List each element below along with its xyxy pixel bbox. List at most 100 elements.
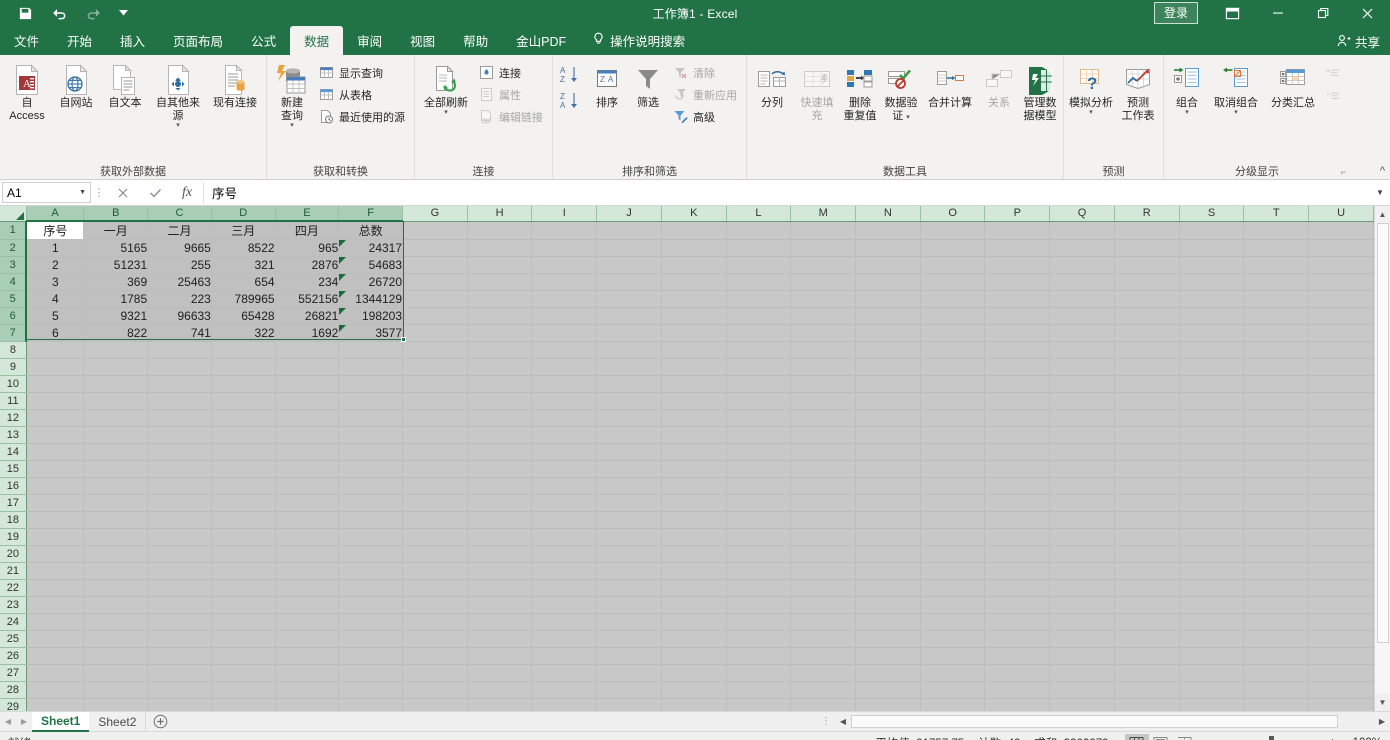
cell-D2[interactable]: 8522: [211, 239, 276, 257]
row-header-11[interactable]: 11: [0, 392, 27, 410]
cell-O1[interactable]: [920, 221, 986, 240]
btn-group[interactable]: 组合 ▾: [1167, 60, 1207, 116]
cell-B24[interactable]: [83, 613, 149, 631]
row-header-3[interactable]: 3: [0, 256, 28, 274]
cell-I12[interactable]: [531, 409, 598, 427]
cell-C24[interactable]: [147, 613, 212, 631]
cell-D13[interactable]: [211, 426, 276, 444]
chevron-down-icon[interactable]: ▾: [1234, 109, 1238, 116]
cell-Q11[interactable]: [1049, 392, 1115, 410]
cell-J27[interactable]: [596, 664, 662, 682]
btn-connections[interactable]: 连接: [475, 62, 549, 83]
cell-G25[interactable]: [402, 630, 468, 648]
cell-H29[interactable]: [467, 698, 533, 711]
cell-B28[interactable]: [83, 681, 149, 699]
cell-L20[interactable]: [726, 545, 792, 563]
select-all-corner[interactable]: [0, 206, 27, 222]
cell-H5[interactable]: [467, 290, 533, 308]
cell-A7[interactable]: 6: [26, 324, 85, 342]
row-header-10[interactable]: 10: [0, 375, 27, 393]
cell-B17[interactable]: [83, 494, 149, 512]
cell-U21[interactable]: [1308, 562, 1374, 580]
cell-H21[interactable]: [467, 562, 533, 580]
cell-M16[interactable]: [790, 477, 857, 495]
cell-C9[interactable]: [147, 358, 212, 376]
column-header-O[interactable]: O: [920, 206, 986, 222]
minimize-icon[interactable]: [1255, 0, 1300, 26]
cell-F4[interactable]: 26720: [338, 273, 404, 291]
cell-M27[interactable]: [790, 664, 857, 682]
cell-N21[interactable]: [855, 562, 921, 580]
cell-B6[interactable]: 9321: [83, 307, 149, 325]
btn-existing-connections[interactable]: 现有连接: [207, 60, 263, 110]
cell-R19[interactable]: [1114, 528, 1180, 546]
row-header-16[interactable]: 16: [0, 477, 27, 495]
cell-R6[interactable]: [1114, 307, 1180, 325]
cell-R4[interactable]: [1114, 273, 1180, 291]
cell-F10[interactable]: [338, 375, 404, 393]
cell-C4[interactable]: 25463: [147, 273, 212, 291]
cancel-icon[interactable]: [107, 182, 139, 204]
cell-U23[interactable]: [1308, 596, 1374, 614]
cell-D4[interactable]: 654: [211, 273, 276, 291]
cell-G26[interactable]: [402, 647, 468, 665]
cell-B3[interactable]: 51231: [83, 256, 149, 274]
cell-J29[interactable]: [596, 698, 662, 711]
cell-A8[interactable]: [26, 341, 85, 359]
sort-ascending-icon[interactable]: AZ: [560, 64, 582, 84]
cell-T2[interactable]: [1243, 239, 1310, 257]
cell-S13[interactable]: [1179, 426, 1245, 444]
cell-P17[interactable]: [984, 494, 1051, 512]
cell-Q20[interactable]: [1049, 545, 1115, 563]
cell-I27[interactable]: [531, 664, 598, 682]
cell-R22[interactable]: [1114, 579, 1180, 597]
cell-F16[interactable]: [338, 477, 404, 495]
cell-U8[interactable]: [1308, 341, 1374, 359]
vertical-scrollbar[interactable]: ▲ ▼: [1374, 206, 1390, 711]
column-header-C[interactable]: C: [147, 206, 212, 222]
cell-S28[interactable]: [1179, 681, 1245, 699]
cell-R17[interactable]: [1114, 494, 1180, 512]
cell-Q24[interactable]: [1049, 613, 1115, 631]
cell-S11[interactable]: [1179, 392, 1245, 410]
cell-P3[interactable]: [984, 256, 1051, 274]
btn-text-to-columns[interactable]: 分列: [750, 60, 794, 110]
cell-J24[interactable]: [596, 613, 662, 631]
cell-U16[interactable]: [1308, 477, 1374, 495]
cell-Q18[interactable]: [1049, 511, 1115, 529]
cell-L10[interactable]: [726, 375, 792, 393]
cell-G24[interactable]: [402, 613, 468, 631]
cell-P14[interactable]: [984, 443, 1051, 461]
cell-R23[interactable]: [1114, 596, 1180, 614]
cell-O21[interactable]: [920, 562, 986, 580]
cell-H25[interactable]: [467, 630, 533, 648]
cell-E6[interactable]: 26821: [275, 307, 340, 325]
cell-K2[interactable]: [661, 239, 727, 257]
cell-O4[interactable]: [920, 273, 986, 291]
cell-I1[interactable]: [531, 221, 598, 240]
tab-file[interactable]: 文件: [0, 26, 53, 55]
cell-L3[interactable]: [726, 256, 792, 274]
cell-J4[interactable]: [596, 273, 662, 291]
cell-R15[interactable]: [1114, 460, 1180, 478]
cell-O7[interactable]: [920, 324, 986, 342]
cell-O14[interactable]: [920, 443, 986, 461]
zoom-slider-thumb[interactable]: [1269, 736, 1275, 740]
cell-S1[interactable]: [1179, 221, 1245, 240]
btn-new-query[interactable]: 新建 查询 ▾: [270, 60, 314, 129]
cell-E23[interactable]: [275, 596, 340, 614]
tab-kingsoft-pdf[interactable]: 金山PDF: [502, 26, 580, 55]
row-header-6[interactable]: 6: [0, 307, 28, 325]
cell-E8[interactable]: [275, 341, 340, 359]
cell-E12[interactable]: [275, 409, 340, 427]
cell-O24[interactable]: [920, 613, 986, 631]
zoom-control[interactable]: − + 100%: [1211, 736, 1382, 740]
cell-S9[interactable]: [1179, 358, 1245, 376]
cell-F28[interactable]: [338, 681, 404, 699]
cell-D9[interactable]: [211, 358, 276, 376]
cell-E25[interactable]: [275, 630, 340, 648]
sign-in-button[interactable]: 登录: [1153, 2, 1198, 24]
cell-S15[interactable]: [1179, 460, 1245, 478]
cell-A20[interactable]: [26, 545, 85, 563]
btn-filter[interactable]: 筛选: [628, 60, 668, 110]
